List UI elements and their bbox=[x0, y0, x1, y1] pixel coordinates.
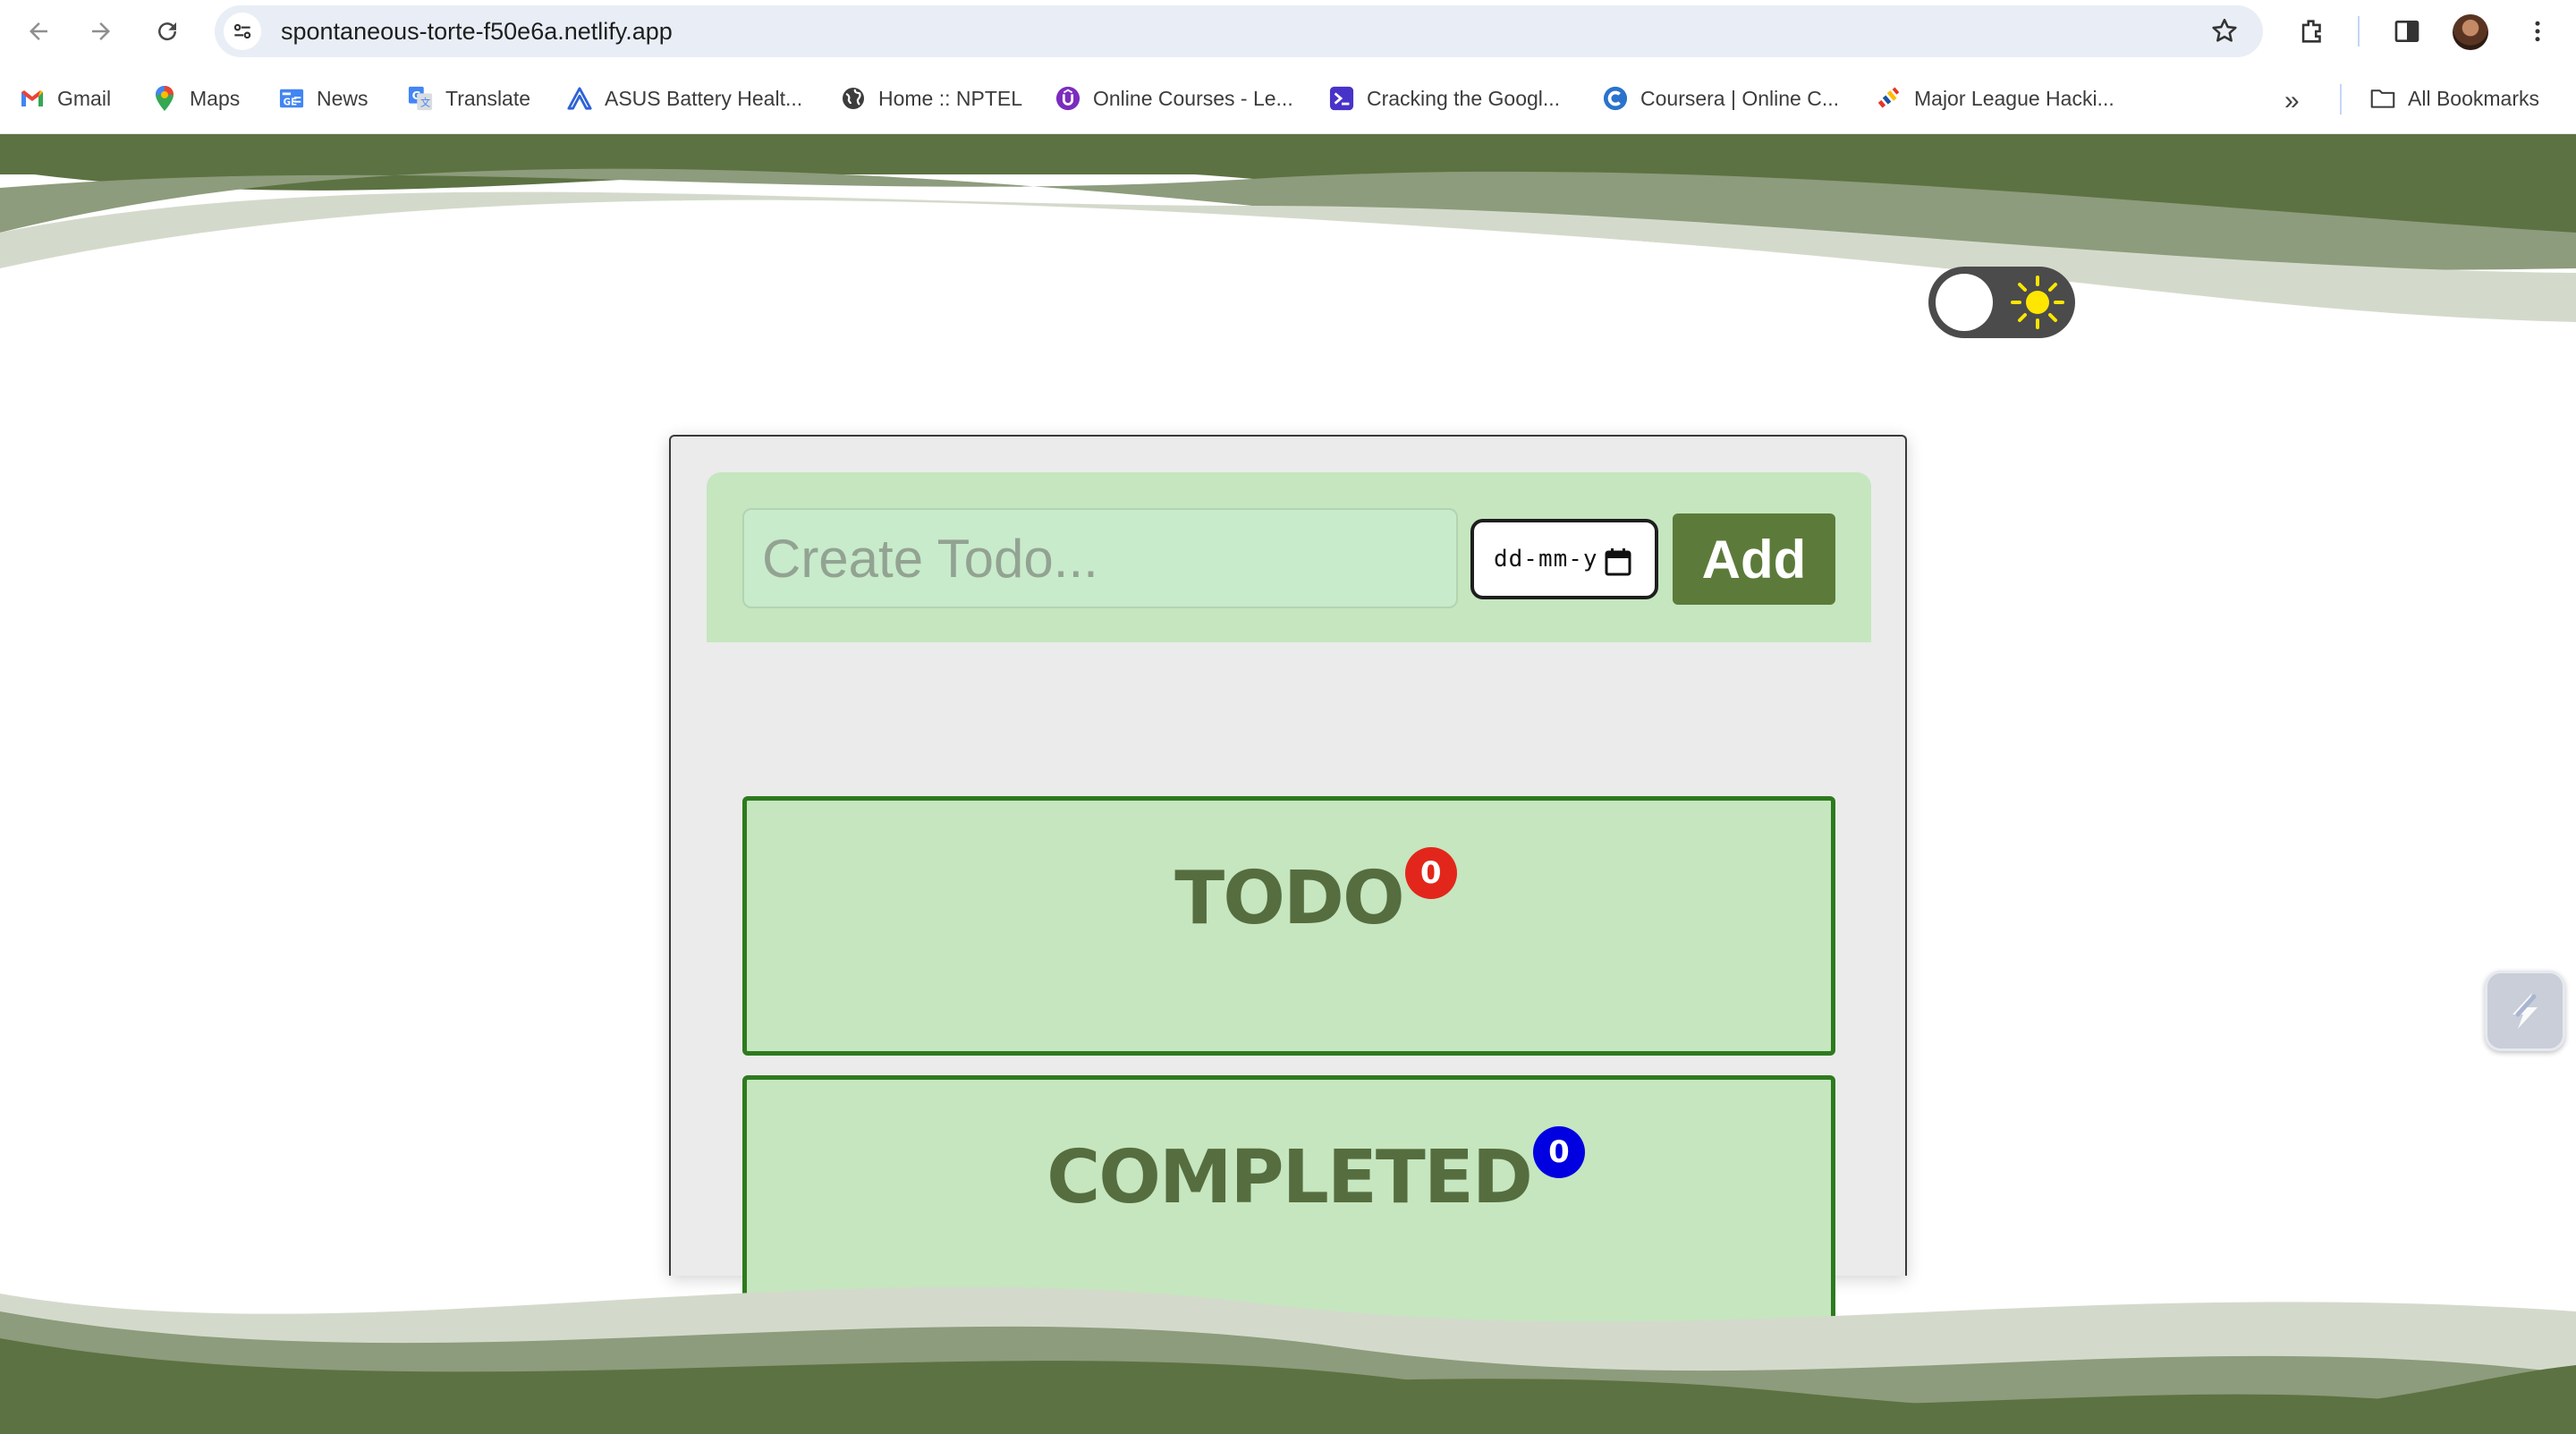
profile-avatar[interactable] bbox=[2453, 14, 2488, 50]
add-todo-button[interactable]: Add bbox=[1673, 513, 1835, 605]
sun-icon bbox=[2011, 276, 2064, 329]
bookmarks-divider bbox=[2340, 84, 2342, 115]
bookmark-cracking-google[interactable]: Cracking the Googl... bbox=[1329, 81, 1560, 116]
browser-toolbar: spontaneous-torte-f50e6a.netlify.app bbox=[0, 0, 2576, 63]
all-bookmarks-button[interactable]: All Bookmarks bbox=[2370, 81, 2539, 116]
toggle-knob bbox=[1936, 274, 1993, 331]
globe-icon bbox=[841, 86, 866, 111]
news-icon: GE bbox=[279, 86, 304, 111]
create-todo-input[interactable] bbox=[742, 508, 1458, 608]
todo-section: TODO 0 bbox=[742, 796, 1835, 1056]
page-viewport: dd-mm-y Add TODO 0 COMPLETED bbox=[0, 134, 2576, 1434]
bookmark-asus[interactable]: ASUS Battery Healt... bbox=[567, 81, 802, 116]
todo-heading: TODO bbox=[1174, 856, 1404, 941]
bookmark-star-icon[interactable] bbox=[2209, 16, 2240, 51]
address-bar[interactable]: spontaneous-torte-f50e6a.netlify.app bbox=[215, 5, 2263, 57]
menu-dots-icon[interactable] bbox=[2517, 11, 2558, 52]
mlh-icon bbox=[1877, 86, 1902, 111]
due-date-input[interactable]: dd-mm-y bbox=[1470, 519, 1658, 599]
completed-heading: COMPLETED bbox=[1046, 1135, 1533, 1220]
lightning-icon bbox=[2512, 993, 2538, 1029]
bookmark-mlh[interactable]: Major League Hacki... bbox=[1877, 81, 2114, 116]
svg-text:文: 文 bbox=[420, 96, 430, 108]
back-arrow-icon[interactable] bbox=[18, 11, 59, 52]
asus-icon bbox=[567, 86, 592, 111]
more-bookmarks-chevron[interactable]: » bbox=[2284, 86, 2300, 116]
todo-form: dd-mm-y Add bbox=[707, 472, 1871, 642]
coursera-icon bbox=[1603, 86, 1628, 111]
theme-toggle[interactable] bbox=[1928, 267, 2075, 338]
date-placeholder: dd-mm-y bbox=[1494, 546, 1598, 573]
bookmark-news[interactable]: GE News bbox=[279, 81, 369, 116]
site-info-icon[interactable] bbox=[224, 13, 261, 50]
reload-icon[interactable] bbox=[147, 11, 188, 52]
toolbar-divider bbox=[2358, 16, 2360, 47]
todo-app-card: dd-mm-y Add TODO 0 COMPLETED bbox=[669, 435, 1907, 1335]
bookmark-coursera[interactable]: Coursera | Online C... bbox=[1603, 81, 1839, 116]
top-wave-decoration bbox=[0, 134, 2576, 322]
extensions-icon[interactable] bbox=[2292, 11, 2333, 52]
url-text: spontaneous-torte-f50e6a.netlify.app bbox=[281, 18, 673, 45]
bookmark-translate[interactable]: G文 Translate bbox=[408, 81, 530, 116]
bookmark-gmail[interactable]: Gmail bbox=[20, 81, 111, 116]
calendar-icon[interactable] bbox=[1605, 547, 1631, 576]
folder-icon bbox=[2370, 86, 2395, 111]
bookmark-maps[interactable]: Maps bbox=[152, 81, 240, 116]
udemy-icon bbox=[1055, 86, 1080, 111]
bookmark-udemy[interactable]: Online Courses - Le... bbox=[1055, 81, 1293, 116]
bottom-wave-decoration bbox=[0, 1286, 2576, 1434]
floating-extension-button[interactable] bbox=[2485, 971, 2565, 1051]
terminal-icon bbox=[1329, 86, 1354, 111]
maps-icon bbox=[152, 86, 177, 111]
translate-icon: G文 bbox=[408, 86, 433, 111]
gmail-icon bbox=[20, 86, 45, 111]
bookmark-nptel[interactable]: Home :: NPTEL bbox=[841, 81, 1022, 116]
forward-arrow-icon[interactable] bbox=[80, 11, 122, 52]
bookmarks-bar: Gmail Maps GE News G文 Translate ASUS Bat… bbox=[0, 63, 2576, 134]
side-panel-icon[interactable] bbox=[2386, 11, 2428, 52]
todo-count-badge: 0 bbox=[1404, 847, 1457, 899]
completed-count-badge: 0 bbox=[1532, 1126, 1585, 1178]
